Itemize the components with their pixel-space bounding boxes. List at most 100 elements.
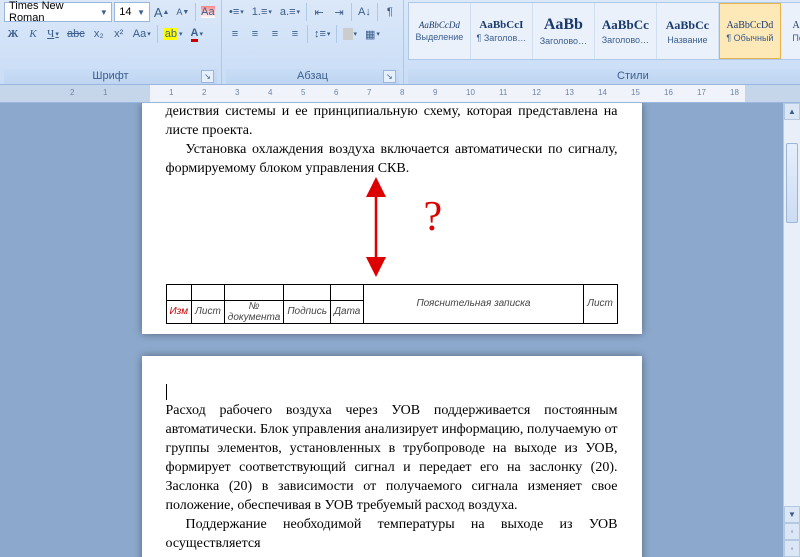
title-block-title: Пояснительная записка — [364, 284, 583, 323]
font-size-combo[interactable]: 14 ▼ — [114, 2, 149, 22]
ruler-number: 6 — [334, 88, 338, 97]
annotation-arrow-icon — [356, 179, 416, 277]
align-center-button[interactable]: ≡ — [246, 24, 264, 44]
style-preview: AaBbCc — [666, 18, 709, 33]
paragraph[interactable]: Установка охлаждения воздуха включается … — [166, 141, 618, 179]
justify-button[interactable]: ≡ — [286, 24, 304, 44]
ruler-number: 2 — [70, 88, 74, 97]
paragraph[interactable]: деиствия системы и ее принципиальную схе… — [166, 103, 618, 141]
ruler-number: 15 — [631, 88, 640, 97]
increase-indent-button[interactable]: ⇥ — [330, 2, 348, 22]
ruler-number: 14 — [598, 88, 607, 97]
font-name-combo[interactable]: Times New Roman ▼ — [4, 2, 112, 22]
style-item[interactable]: AaBbCcDd¶ Обычный — [719, 3, 781, 59]
font-group: Times New Roman ▼ 14 ▼ A▲ A▼ Aa Ж К Ч▾ a… — [0, 0, 222, 84]
show-marks-button[interactable]: ¶ — [381, 2, 399, 22]
ruler-number: 1 — [103, 88, 107, 97]
shading-button[interactable]: ▾ — [340, 24, 360, 44]
multilevel-button[interactable]: a.≡▾ — [277, 2, 303, 22]
ruler-number: 9 — [433, 88, 437, 97]
page-2[interactable]: Расход рабочего воздуха через УОВ поддер… — [142, 356, 642, 557]
align-right-button[interactable]: ≡ — [266, 24, 284, 44]
paragraph[interactable]: Расход рабочего воздуха через УОВ поддер… — [166, 402, 618, 515]
style-preview: AaBb — [544, 16, 583, 34]
annotation-question-icon: ? — [424, 193, 443, 241]
ruler-number: 8 — [400, 88, 404, 97]
chevron-down-icon: ▼ — [136, 8, 147, 17]
horizontal-ruler[interactable]: 21123456789101112131415161718 — [0, 85, 800, 103]
pages-viewport[interactable]: деиствия системы и ее принципиальную схе… — [0, 103, 783, 557]
ruler-number: 16 — [664, 88, 673, 97]
caret-line[interactable] — [166, 384, 618, 403]
ruler-number: 5 — [301, 88, 305, 97]
font-dialog-launcher[interactable]: ↘ — [201, 70, 214, 83]
shrink-font-button[interactable]: A▼ — [174, 2, 192, 22]
font-group-label: Шрифт ↘ — [4, 69, 217, 84]
style-preview: AaBbCc — [602, 17, 649, 33]
page-1[interactable]: деиствия системы и ее принципиальную схе… — [142, 103, 642, 334]
styles-gallery: AaBbCcDdВыделениеAaBbCcI¶ Заголов…AaBbЗа… — [408, 2, 800, 60]
ruler-number: 4 — [268, 88, 272, 97]
paragraph-dialog-launcher[interactable]: ↘ — [383, 70, 396, 83]
text-cursor — [166, 384, 167, 400]
scroll-down-button[interactable]: ▼ — [784, 506, 800, 523]
prev-page-button[interactable]: ◦ — [784, 523, 800, 540]
clear-formatting-button[interactable]: Aa — [199, 2, 217, 22]
align-left-button[interactable]: ≡ — [226, 24, 244, 44]
decrease-indent-button[interactable]: ⇤ — [310, 2, 328, 22]
borders-button[interactable]: ▦▾ — [362, 24, 383, 44]
ruler-number: 3 — [235, 88, 239, 97]
style-name: Заголово… — [597, 35, 654, 45]
style-item[interactable]: AaBbCc Заголово… — [595, 3, 657, 59]
paragraph-group-label: Абзац ↘ — [226, 69, 399, 84]
subscript-button[interactable]: x₂ — [90, 24, 108, 44]
bullets-button[interactable]: •≡▾ — [226, 2, 247, 22]
scroll-up-button[interactable]: ▲ — [784, 103, 800, 120]
bold-button[interactable]: Ж — [4, 24, 22, 44]
font-size-value: 14 — [117, 6, 135, 18]
style-item[interactable]: AaBbCcI ¶ Заголов… — [471, 3, 533, 59]
scroll-thumb[interactable] — [786, 143, 798, 223]
grow-font-button[interactable]: A▲ — [152, 2, 172, 22]
sheet-label: Лист — [583, 284, 617, 323]
style-name: Выделение — [411, 32, 468, 42]
style-item[interactable]: AaBbЗаголово… — [533, 3, 595, 59]
next-page-button[interactable]: ◦ — [784, 540, 800, 557]
ruler-number: 17 — [697, 88, 706, 97]
style-item[interactable]: AaBbCc Название — [657, 3, 719, 59]
line-spacing-button[interactable]: ↕≡▾ — [311, 24, 333, 44]
change-case-button[interactable]: Aa▾ — [130, 24, 154, 44]
style-preview: AaBbCcDd — [419, 20, 460, 30]
style-name: ¶ Заголов… — [473, 33, 530, 43]
title-block-table: Пояснительная записка Лист Изм Лист № до… — [166, 284, 618, 324]
paragraph[interactable]: Поддержание необходимой температуры на в… — [166, 516, 618, 554]
ruler-number: 2 — [202, 88, 206, 97]
ruler-number: 11 — [499, 88, 507, 97]
styles-group: AaBbCcDdВыделениеAaBbCcI¶ Заголов…AaBbЗа… — [404, 0, 800, 84]
font-color-button[interactable]: A▾ — [188, 24, 206, 44]
sort-button[interactable]: A↓ — [355, 2, 374, 22]
vertical-scrollbar[interactable]: ▲ ▼ ◦ ◦ — [783, 103, 800, 557]
italic-button[interactable]: К — [24, 24, 42, 44]
style-name: ¶ Обычный — [722, 33, 778, 43]
style-preview: AaBbCcI — [793, 20, 800, 31]
ruler-number: 13 — [565, 88, 574, 97]
chevron-down-icon: ▼ — [98, 8, 109, 17]
ruler-number: 12 — [532, 88, 541, 97]
ruler-number: 10 — [466, 88, 475, 97]
style-item[interactable]: AaBbCcDd Выделение — [409, 3, 471, 59]
document-area: 21123456789101112131415161718 деиствия с… — [0, 85, 800, 557]
ruler-number: 7 — [367, 88, 371, 97]
style-item[interactable]: AaBbCcI Подзаг… — [781, 3, 800, 59]
numbering-button[interactable]: 1.≡▾ — [249, 2, 275, 22]
font-name-value: Times New Roman — [7, 0, 98, 24]
paragraph-group: •≡▾ 1.≡▾ a.≡▾ ⇤ ⇥ A↓ ¶ ≡ ≡ ≡ ≡ ↕≡▾ ▾ — [222, 0, 404, 84]
style-preview: AaBbCcI — [479, 19, 523, 31]
superscript-button[interactable]: x² — [110, 24, 128, 44]
style-name: Название — [659, 35, 716, 45]
highlight-button[interactable]: ab▾ — [161, 24, 186, 44]
underline-button[interactable]: Ч▾ — [44, 24, 62, 44]
strikethrough-button[interactable]: abc — [64, 24, 88, 44]
ribbon: Times New Roman ▼ 14 ▼ A▲ A▼ Aa Ж К Ч▾ a… — [0, 0, 800, 85]
style-name: Подзаг… — [783, 33, 800, 43]
